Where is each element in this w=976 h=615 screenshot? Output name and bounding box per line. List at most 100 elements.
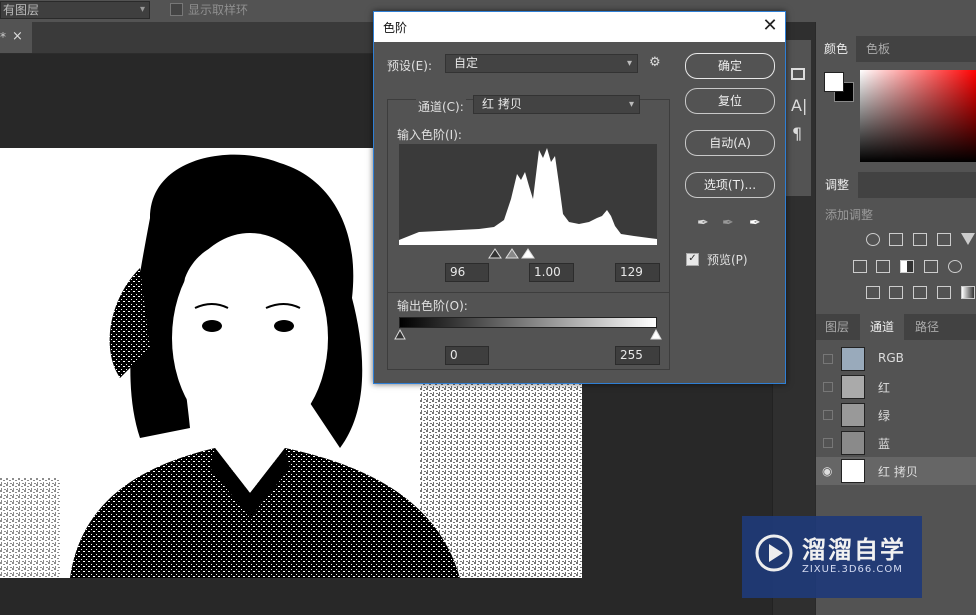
color-balance-icon[interactable] [876, 260, 890, 273]
gamma-slider[interactable] [505, 248, 519, 259]
black-eyedropper-icon[interactable]: ✒ [697, 215, 709, 231]
visibility-toggle[interactable] [823, 438, 833, 448]
channel-name: 蓝 [878, 437, 891, 451]
input-slider[interactable] [399, 247, 657, 259]
tab-color[interactable]: 颜色 [816, 36, 856, 62]
adjustments-panel-tabs: 调整 [816, 172, 976, 198]
gear-icon[interactable]: ⚙ [649, 55, 661, 70]
document-tab-title: * [0, 30, 6, 44]
threshold-icon[interactable] [913, 286, 927, 299]
visibility-toggle[interactable] [823, 410, 833, 420]
photo-filter-icon[interactable] [924, 260, 938, 273]
close-icon[interactable]: ✕ [760, 15, 780, 36]
preview-checkbox[interactable]: ✓ [686, 253, 699, 266]
tab-adjustments[interactable]: 调整 [816, 172, 858, 198]
character-icon[interactable]: A| [791, 96, 807, 115]
tab-paths[interactable]: 路径 [906, 314, 948, 340]
output-levels-label: 输出色阶(O): [397, 299, 468, 313]
reset-button[interactable]: 复位 [685, 88, 775, 114]
show-sample-ring-checkbox[interactable] [170, 3, 183, 16]
auto-button[interactable]: 自动(A) [685, 130, 775, 156]
eye-icon[interactable]: ◉ [822, 464, 832, 478]
selective-color-icon[interactable] [937, 286, 951, 299]
preset-label: 预设(E): [387, 59, 432, 73]
channel-thumbnail [841, 431, 865, 455]
preset-select[interactable]: 自定 ▾ [445, 54, 638, 73]
histogram [399, 144, 657, 245]
output-white-field[interactable]: 255 [615, 346, 660, 365]
tab-channels[interactable]: 通道 [860, 314, 904, 340]
panel-icons-strip: A| ¶ [785, 40, 811, 196]
foreground-color-swatch[interactable] [824, 72, 844, 92]
white-eyedropper-icon[interactable]: ✒ [749, 215, 761, 231]
output-gradient [399, 317, 657, 328]
input-white-field[interactable]: 129 [615, 263, 660, 282]
play-logo-icon [755, 534, 793, 572]
channel-row-blue[interactable]: 蓝 [816, 429, 976, 457]
black-white-icon[interactable] [900, 260, 914, 273]
channel-row-rgb[interactable]: RGB [816, 345, 976, 373]
channel-thumbnail [841, 403, 865, 427]
gradient-map-icon[interactable] [961, 286, 975, 299]
channel-thumbnail [841, 459, 865, 483]
color-picker-field[interactable] [860, 70, 976, 162]
output-black-field[interactable]: 0 [445, 346, 489, 365]
channels-list: RGB 红 绿 蓝 ◉ 红 拷贝 [816, 345, 976, 495]
white-point-slider[interactable] [521, 248, 535, 259]
visibility-toggle[interactable] [823, 382, 833, 392]
input-levels-label: 输入色阶(I): [397, 128, 462, 142]
add-adjustment-label: 添加调整 [825, 208, 874, 222]
input-gamma-field[interactable]: 1.00 [529, 263, 574, 282]
hue-saturation-icon[interactable] [853, 260, 867, 273]
dialog-title-bar[interactable]: 色阶 ✕ [374, 12, 785, 42]
channel-value: 红 拷贝 [482, 97, 522, 111]
gray-eyedropper-icon[interactable]: ✒ [722, 215, 734, 231]
cube-icon[interactable] [791, 68, 805, 80]
color-panel-tabs: 颜色 色板 [816, 36, 976, 62]
channel-name: 红 拷贝 [878, 465, 918, 479]
channel-row-red-copy[interactable]: ◉ 红 拷贝 [816, 457, 976, 485]
sample-layers-value: 有图层 [3, 3, 40, 17]
channel-row-green[interactable]: 绿 [816, 401, 976, 429]
show-sample-ring-label: 显示取样环 [188, 3, 249, 17]
ok-button[interactable]: 确定 [685, 53, 775, 79]
output-white-slider[interactable] [650, 329, 662, 340]
channel-name: RGB [878, 351, 904, 365]
channel-name: 红 [878, 381, 891, 395]
chevron-down-icon: ▾ [139, 4, 145, 15]
channel-row-red[interactable]: 红 [816, 373, 976, 401]
visibility-toggle[interactable] [823, 354, 833, 364]
exposure-icon[interactable] [937, 233, 951, 246]
preset-value: 自定 [454, 56, 479, 70]
channel-thumbnail [841, 347, 865, 371]
black-point-slider[interactable] [488, 248, 502, 259]
input-black-field[interactable]: 96 [445, 263, 489, 282]
sample-layers-select[interactable]: 有图层 ▾ [0, 1, 150, 19]
dialog-title: 色阶 [383, 21, 408, 35]
invert-icon[interactable] [866, 286, 880, 299]
channel-label: 通道(C): [416, 98, 466, 115]
histogram-graph [399, 148, 657, 245]
curves-icon[interactable] [913, 233, 927, 246]
channel-thumbnail [841, 375, 865, 399]
close-icon[interactable]: × [12, 29, 23, 44]
vibrance-icon[interactable] [961, 233, 975, 245]
chevron-down-icon: ▾ [628, 99, 634, 110]
output-black-slider[interactable] [394, 329, 406, 340]
output-slider[interactable] [394, 329, 662, 341]
channel-select[interactable]: 红 拷贝 ▾ [473, 95, 640, 114]
chevron-down-icon: ▾ [626, 58, 632, 69]
watermark-subtitle: ZIXUE.3D66.COM [802, 564, 903, 575]
options-button[interactable]: 选项(T)... [685, 172, 775, 198]
brightness-icon[interactable] [866, 233, 880, 246]
levels-icon[interactable] [889, 233, 903, 246]
watermark-title: 溜溜自学 [802, 536, 906, 564]
layers-panel-tabs: 图层 通道 路径 [816, 314, 976, 340]
tab-layers[interactable]: 图层 [816, 314, 858, 340]
posterize-icon[interactable] [889, 286, 903, 299]
tab-swatches[interactable]: 色板 [858, 36, 898, 62]
preview-label: 预览(P) [707, 253, 748, 267]
paragraph-icon[interactable]: ¶ [792, 124, 802, 143]
watermark: 溜溜自学 ZIXUE.3D66.COM [742, 516, 922, 598]
channel-mixer-icon[interactable] [948, 260, 962, 273]
